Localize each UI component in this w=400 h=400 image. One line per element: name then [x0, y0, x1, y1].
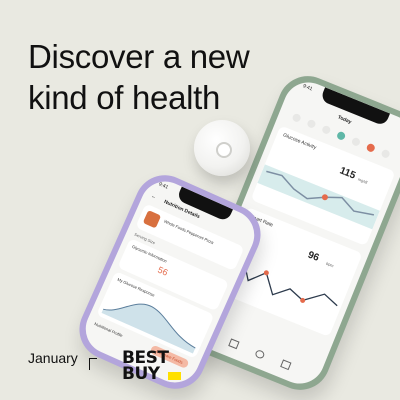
day-bubble[interactable]	[335, 130, 347, 142]
food-name: Whole Foods Pepperoni Pizza	[163, 218, 215, 246]
day-bubble[interactable]	[380, 148, 391, 160]
heart-unit: bpm	[325, 260, 335, 269]
day-bubble[interactable]	[350, 136, 362, 148]
glucose-sensor-device	[194, 120, 250, 176]
glycemic-section-label: Glycemic Information	[131, 243, 168, 264]
status-time: 9:41	[301, 83, 314, 93]
bestbuy-tag-icon	[168, 372, 181, 380]
chart-icon[interactable]	[228, 338, 240, 350]
glycemic-value: 56	[156, 264, 170, 278]
headline-line-2: kind of health	[28, 79, 221, 116]
status-time: 9:41	[157, 181, 170, 191]
phone-right-notch	[319, 87, 391, 127]
food-icon[interactable]	[254, 348, 266, 360]
sensor-center	[216, 142, 232, 158]
january-logo: January	[28, 350, 97, 370]
glucose-section-label: Glucose Activity	[282, 132, 318, 152]
day-bubble[interactable]	[291, 112, 302, 124]
heart-value: 96	[306, 249, 321, 264]
profile-icon[interactable]	[280, 359, 292, 371]
glucose-unit: mg/dl	[357, 176, 369, 185]
day-bubble[interactable]	[365, 142, 376, 154]
headline-line-1: Discover a new	[28, 38, 250, 75]
heart-point	[263, 270, 269, 276]
day-bubble[interactable]	[306, 118, 317, 130]
headline: Discover a new kind of health	[28, 36, 250, 118]
phone-left-notch	[176, 186, 233, 223]
bestbuy-word-2: BUY	[122, 364, 160, 384]
january-wordmark: January	[28, 350, 78, 366]
pizza-thumbnail	[142, 209, 162, 229]
back-arrow-icon[interactable]: ←	[150, 193, 157, 201]
day-bubble[interactable]	[321, 124, 332, 136]
today-title: Today	[336, 114, 353, 126]
bestbuy-logo: BEST BUY	[122, 350, 181, 386]
january-mark	[89, 358, 97, 370]
